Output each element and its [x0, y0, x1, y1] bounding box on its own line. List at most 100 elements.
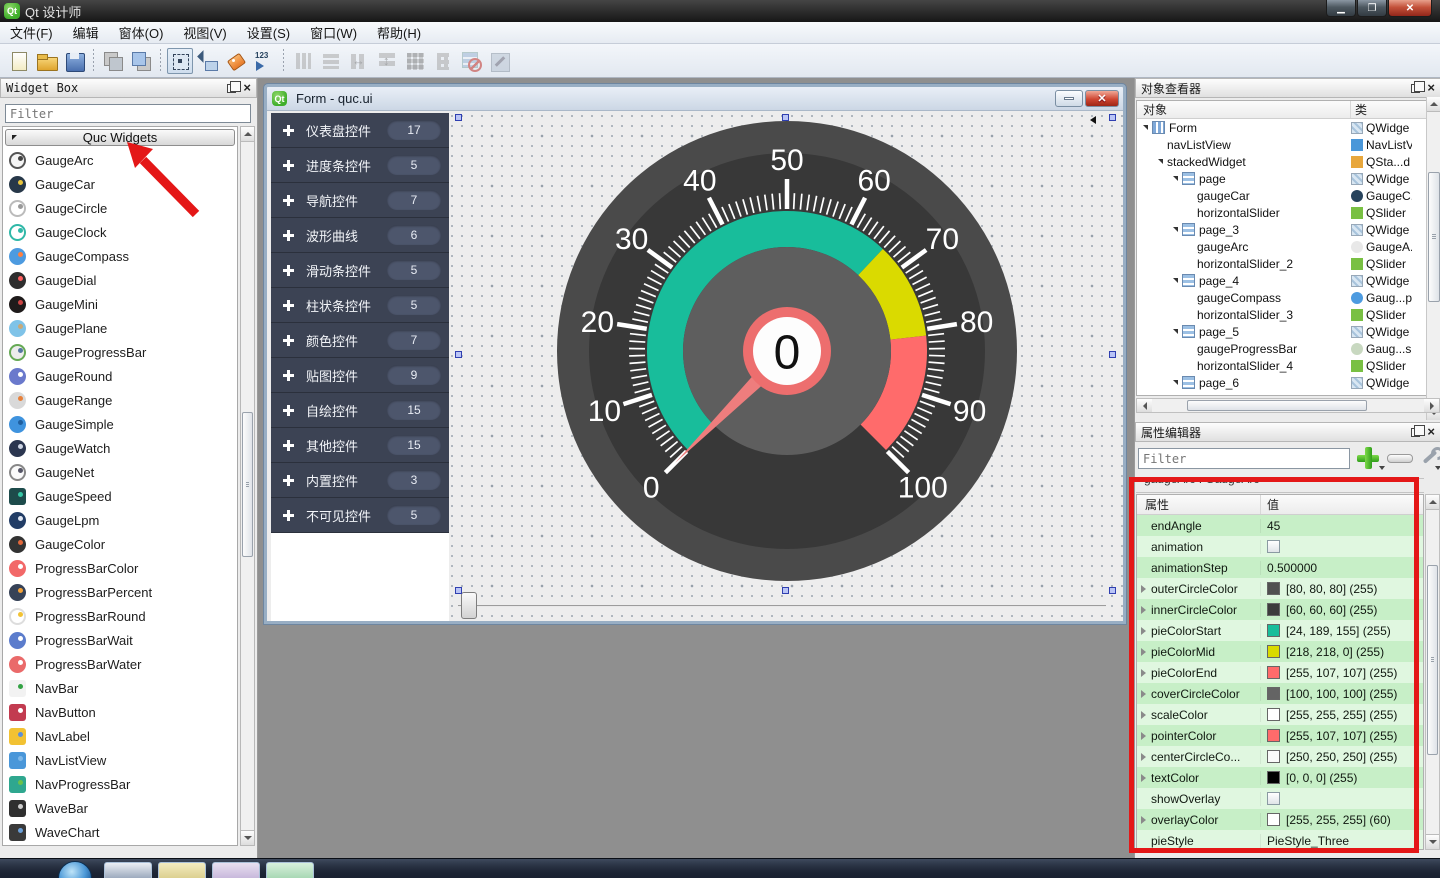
tree-row[interactable]: page_6QWidge: [1137, 374, 1439, 391]
inspector-vscrollbar[interactable]: [1426, 97, 1440, 420]
tree-row[interactable]: horizontalSliderQSlider: [1137, 204, 1439, 221]
property-value-cell[interactable]: [255, 107, 107] (255): [1261, 729, 1423, 743]
close-panel-icon[interactable]: ×: [243, 83, 251, 93]
widget-item[interactable]: GaugeCircle: [3, 196, 237, 220]
tree-row[interactable]: gaugeCarGaugeC...: [1137, 187, 1439, 204]
selection-handle-icon[interactable]: [1109, 587, 1116, 594]
inspector-hscrollbar[interactable]: [1136, 398, 1440, 413]
horizontal-slider-groove[interactable]: [458, 605, 1106, 607]
float-panel-icon[interactable]: [1411, 84, 1420, 93]
scroll-thumb[interactable]: [1428, 172, 1440, 302]
widget-item[interactable]: NavLabel: [3, 724, 237, 748]
property-row[interactable]: centerCircleCo...[250, 250, 250] (255): [1137, 746, 1423, 767]
expander-icon[interactable]: [1158, 159, 1163, 164]
expander-icon[interactable]: [1141, 606, 1146, 614]
property-row[interactable]: pieColorEnd[255, 107, 107] (255): [1137, 662, 1423, 683]
selection-handle-icon[interactable]: [455, 351, 462, 358]
property-value-cell[interactable]: 45: [1261, 519, 1423, 533]
widget-item[interactable]: GaugeRange: [3, 388, 237, 412]
tree-row[interactable]: pageQWidge: [1137, 170, 1439, 187]
taskbar-app-button[interactable]: [104, 862, 152, 878]
property-row[interactable]: pieStylePieStyle_Three: [1137, 830, 1423, 850]
scroll-up-icon[interactable]: [1426, 495, 1439, 510]
scroll-thumb[interactable]: [1427, 565, 1438, 755]
widget-item[interactable]: ProgressBarWait: [3, 628, 237, 652]
property-value-cell[interactable]: [100, 100, 100] (255): [1261, 687, 1423, 701]
scroll-right-icon[interactable]: [1424, 399, 1439, 412]
widget-item[interactable]: GaugeColor: [3, 532, 237, 556]
edit-buddies-icon[interactable]: [223, 48, 249, 74]
property-row[interactable]: endAngle45: [1137, 515, 1423, 536]
widget-item[interactable]: WaveChart: [3, 820, 237, 844]
gauge-arc-widget[interactable]: 01020304050607080901000: [555, 119, 1019, 583]
nav-item[interactable]: 进度条控件5: [271, 148, 449, 183]
selection-handle-icon[interactable]: [455, 587, 462, 594]
widget-item[interactable]: NavListView: [3, 748, 237, 772]
expander-icon[interactable]: [1143, 125, 1148, 130]
nav-item[interactable]: 滑动条控件5: [271, 253, 449, 288]
adjust-size-icon[interactable]: [486, 48, 512, 74]
property-row[interactable]: innerCircleColor[60, 60, 60] (255): [1137, 599, 1423, 620]
selection-handle-icon[interactable]: [455, 114, 462, 121]
widget-item[interactable]: NavButton: [3, 700, 237, 724]
property-value-cell[interactable]: [250, 250, 250] (255): [1261, 750, 1423, 764]
expander-icon[interactable]: [1141, 690, 1146, 698]
property-value-cell[interactable]: [80, 80, 80] (255): [1261, 582, 1423, 596]
remove-property-button[interactable]: [1387, 454, 1413, 463]
expander-icon[interactable]: [1141, 816, 1146, 824]
property-row[interactable]: showOverlay: [1137, 788, 1423, 809]
property-value-cell[interactable]: [218, 218, 0] (255): [1261, 645, 1423, 659]
menu-item-4[interactable]: 设置(S): [237, 21, 300, 44]
property-row[interactable]: animationStep0.500000: [1137, 557, 1423, 578]
scroll-thumb[interactable]: [1187, 400, 1367, 411]
property-row[interactable]: textColor[0, 0, 0] (255): [1137, 767, 1423, 788]
expander-icon[interactable]: [1141, 774, 1146, 782]
scroll-up-icon[interactable]: [241, 127, 254, 142]
tree-row[interactable]: gaugeArcGaugeA...: [1137, 238, 1439, 255]
nav-item[interactable]: 内置控件3: [271, 463, 449, 498]
selection-handle-icon[interactable]: [782, 114, 789, 121]
selection-handle-icon[interactable]: [1109, 114, 1116, 121]
open-file-icon[interactable]: [33, 48, 59, 74]
tree-row[interactable]: page_5QWidge: [1137, 323, 1439, 340]
property-value-cell[interactable]: [60, 60, 60] (255): [1261, 603, 1423, 617]
taskbar-app-button[interactable]: [158, 862, 206, 878]
form-titlebar[interactable]: Qt Form - quc.ui ✕: [267, 87, 1123, 111]
restore-button[interactable]: ❐: [1357, 0, 1387, 17]
checkbox[interactable]: [1267, 540, 1280, 553]
column-value[interactable]: 值: [1261, 496, 1423, 513]
configure-dropdown-icon[interactable]: [1435, 466, 1440, 470]
expander-icon[interactable]: [1141, 585, 1146, 593]
configure-wrench-icon[interactable]: [1419, 446, 1439, 466]
nav-item[interactable]: 贴图控件9: [271, 358, 449, 393]
nav-item[interactable]: 波形曲线6: [271, 218, 449, 253]
widget-item[interactable]: GaugeCompass: [3, 244, 237, 268]
widget-item[interactable]: GaugeNet: [3, 460, 237, 484]
widget-item[interactable]: GaugeDial: [3, 268, 237, 292]
property-filter-input[interactable]: [1138, 448, 1350, 469]
widget-item[interactable]: WaveBar: [3, 796, 237, 820]
layout-form-icon[interactable]: [430, 48, 456, 74]
property-value-cell[interactable]: [255, 107, 107] (255): [1261, 666, 1423, 680]
expander-icon[interactable]: [1173, 329, 1178, 334]
widget-item[interactable]: GaugeWatch: [3, 436, 237, 460]
widget-item[interactable]: GaugePlane: [3, 316, 237, 340]
menu-item-3[interactable]: 视图(V): [173, 21, 236, 44]
widget-item[interactable]: GaugeSimple: [3, 412, 237, 436]
nav-item[interactable]: 导航控件7: [271, 183, 449, 218]
menu-item-5[interactable]: 窗口(W): [300, 21, 367, 44]
widget-item[interactable]: GaugeLpm: [3, 508, 237, 532]
menu-item-0[interactable]: 文件(F): [0, 21, 63, 44]
widget-item[interactable]: GaugeRound: [3, 364, 237, 388]
property-row[interactable]: scaleColor[255, 255, 255] (255): [1137, 704, 1423, 725]
widget-item[interactable]: ProgressBarRound: [3, 604, 237, 628]
widget-item[interactable]: GaugeClock: [3, 220, 237, 244]
column-property[interactable]: 属性: [1137, 495, 1261, 514]
widget-item[interactable]: GaugeCar: [3, 172, 237, 196]
widget-box-filter-input[interactable]: [5, 104, 251, 123]
nav-item[interactable]: 柱状条控件5: [271, 288, 449, 323]
nav-item[interactable]: 自绘控件15: [271, 393, 449, 428]
widget-item[interactable]: GaugeMini: [3, 292, 237, 316]
column-object[interactable]: 对象: [1137, 101, 1351, 118]
expander-icon[interactable]: [1173, 380, 1178, 385]
